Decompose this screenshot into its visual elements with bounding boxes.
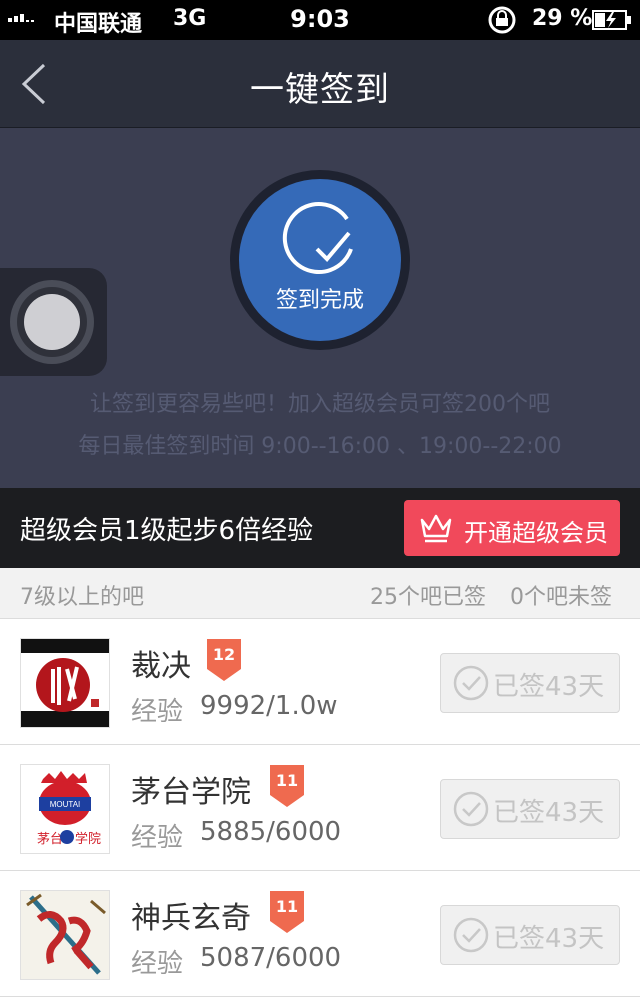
avatar (20, 890, 110, 980)
assistive-touch-button[interactable] (0, 268, 107, 376)
svg-text:MOUTAI: MOUTAI (50, 800, 81, 809)
exp-value: 5885/6000 (200, 817, 342, 847)
open-super-member-label: 开通超级会员 (464, 519, 608, 547)
check-circle-icon (453, 791, 489, 827)
open-super-member-button[interactable]: 开通超级会员 (404, 500, 620, 556)
level-badge: 11 (268, 891, 306, 933)
exp-label: 经验 (131, 697, 184, 727)
signed-count: 25个吧已签 (370, 585, 486, 610)
refresh-check-icon (282, 202, 353, 275)
signed-button[interactable]: 已签43天 (440, 905, 620, 965)
status-bar: 中国联通 3G 9:03 29 % (0, 0, 640, 40)
signed-button[interactable]: 已签43天 (440, 779, 620, 839)
sign-status-label: 签到完成 (275, 288, 364, 313)
signed-days-label: 已签43天 (493, 672, 605, 702)
section-header: 7级以上的吧 25个吧已签 0个吧未签 (0, 568, 640, 619)
member-promo-bar: 超级会员1级起步6倍经验 开通超级会员 (0, 488, 640, 568)
level-filter-label: 7级以上的吧 (20, 585, 144, 610)
bar-name: 裁决 (131, 649, 191, 684)
sign-in-button[interactable]: 签到完成 (239, 179, 401, 341)
check-circle-icon (453, 665, 489, 701)
battery-percentage: 29 % (532, 6, 593, 31)
bar-name: 茅台学院 (131, 775, 251, 810)
avatar: MOUTAI 茅台 学院 (20, 764, 110, 854)
exp-label: 经验 (131, 823, 184, 853)
list-item[interactable]: 神兵玄奇 11 经验 5087/6000 已签43天 (0, 871, 640, 997)
svg-text:茅台: 茅台 (37, 832, 63, 847)
bar-name: 神兵玄奇 (131, 901, 251, 936)
avatar (20, 638, 110, 728)
exp-value: 9992/1.0w (200, 691, 338, 721)
member-promo-text: 超级会员1级起步6倍经验 (20, 516, 314, 546)
bar-list: 裁决 12 经验 9992/1.0w 已签43天 MOUTAI 茅台 学院 茅台… (0, 619, 640, 997)
exp-label: 经验 (131, 949, 184, 979)
signed-button[interactable]: 已签43天 (440, 653, 620, 713)
member-tip: 让签到更容易些吧！加入超级会员可签200个吧 (90, 392, 550, 417)
nav-bar: 一键签到 (0, 40, 640, 128)
exp-value: 5087/6000 (200, 943, 342, 973)
list-item[interactable]: 裁决 12 经验 9992/1.0w 已签43天 (0, 619, 640, 745)
level-badge: 11 (268, 765, 306, 807)
check-circle-icon (453, 917, 489, 953)
page-title: 一键签到 (250, 70, 390, 110)
level-badge: 12 (205, 639, 243, 681)
best-time-tip: 每日最佳签到时间 9:00--16:00 、19:00--22:00 (78, 434, 562, 459)
battery-icon (592, 9, 632, 37)
rotation-lock-icon (486, 5, 518, 41)
list-item[interactable]: MOUTAI 茅台 学院 茅台学院 11 经验 5885/6000 已签43天 (0, 745, 640, 871)
unsigned-count: 0个吧未签 (510, 585, 612, 610)
signed-days-label: 已签43天 (493, 924, 605, 954)
signed-days-label: 已签43天 (493, 798, 605, 828)
svg-text:学院: 学院 (75, 831, 101, 847)
crown-icon (420, 514, 452, 543)
assistive-touch-icon (24, 294, 80, 350)
